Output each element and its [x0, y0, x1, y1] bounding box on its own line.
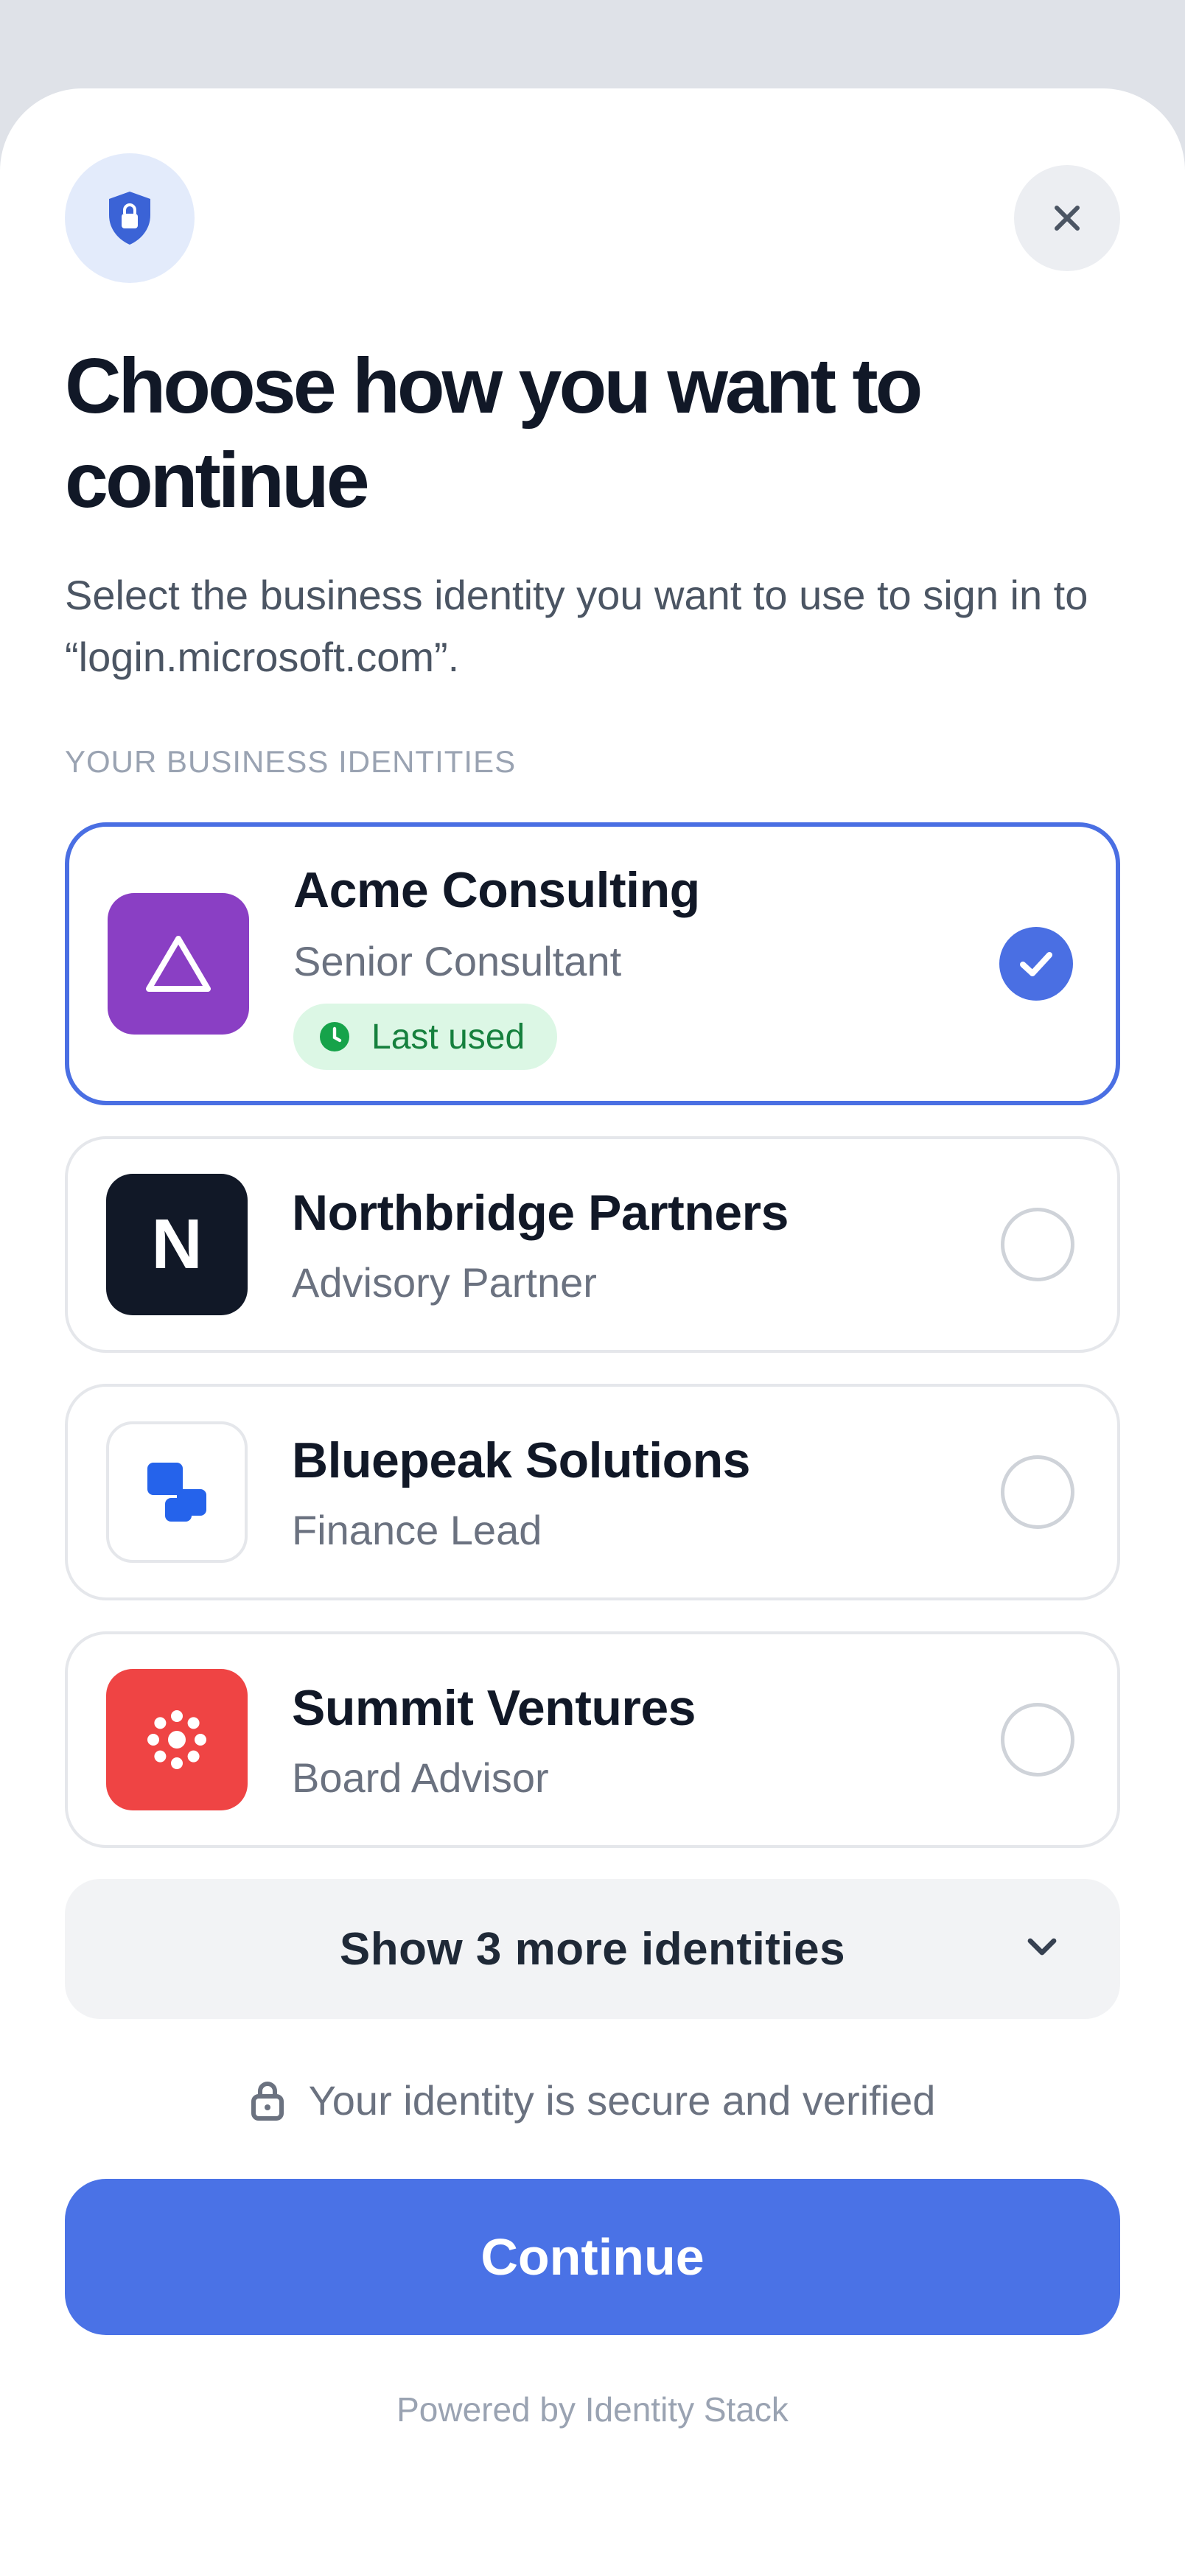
identity-card-acme-consulting[interactable]: Acme Consulting Senior Consultant Last u…: [65, 822, 1120, 1105]
last-used-badge: Last used: [293, 1004, 558, 1070]
radio-unselected[interactable]: [1001, 1455, 1074, 1529]
badge-label: Last used: [371, 1017, 525, 1057]
close-button[interactable]: [1014, 165, 1120, 271]
identity-card-bluepeak-solutions[interactable]: Bluepeak Solutions Finance Lead: [65, 1384, 1120, 1600]
identity-text: Northbridge Partners Advisory Partner: [292, 1183, 789, 1309]
summit-ventures-logo: [106, 1669, 248, 1810]
dialog-header: [65, 153, 1120, 301]
identity-name: Northbridge Partners: [292, 1185, 789, 1241]
identity-list: Acme Consulting Senior Consultant Last u…: [65, 822, 1120, 1848]
identity-role: Advisory Partner: [292, 1259, 597, 1306]
show-more-identities-button[interactable]: Show 3 more identities: [65, 1879, 1120, 2019]
security-text: Your identity is secure and verified: [308, 2077, 936, 2124]
powered-by-footer: Powered by Identity Stack: [396, 2390, 789, 2429]
checkmark-icon: [1020, 952, 1052, 976]
radio-selected[interactable]: [999, 927, 1073, 1001]
radio-unselected[interactable]: [1001, 1208, 1074, 1281]
section-label: YOUR BUSINESS IDENTITIES: [65, 744, 517, 779]
blue-squares-icon: [147, 1463, 206, 1522]
logo-letter: N: [151, 1205, 203, 1284]
continue-button[interactable]: Continue: [65, 2179, 1120, 2335]
dot-burst-icon: [147, 1710, 206, 1769]
acme-consulting-logo: [108, 893, 249, 1035]
identity-picker-sheet: Choose how you want to continue Select t…: [0, 88, 1185, 2576]
identity-role: Finance Lead: [292, 1507, 542, 1553]
close-icon: [1055, 206, 1080, 231]
northbridge-partners-logo: N: [106, 1174, 248, 1315]
identity-name: Summit Ventures: [292, 1680, 696, 1736]
radio-unselected[interactable]: [1001, 1703, 1074, 1777]
shield-lock-icon: [65, 153, 195, 283]
identity-card-summit-ventures[interactable]: Summit Ventures Board Advisor: [65, 1631, 1120, 1848]
identity-text: Summit Ventures Board Advisor: [292, 1679, 696, 1804]
chevron-down-icon: [1027, 1938, 1057, 1956]
triangle-icon: [146, 936, 211, 992]
show-more-label: Show 3 more identities: [339, 1923, 846, 1975]
identity-card-northbridge-partners[interactable]: N Northbridge Partners Advisory Partner: [65, 1136, 1120, 1353]
identity-text: Bluepeak Solutions Finance Lead: [292, 1431, 751, 1556]
bluepeak-solutions-logo: [106, 1421, 248, 1563]
clock-icon: [320, 1022, 349, 1051]
dialog-subtitle: Select the business identity you want to…: [65, 572, 1088, 680]
identity-name: Acme Consulting: [293, 862, 700, 918]
identity-text: Acme Consulting Senior Consultant Last u…: [293, 861, 700, 1070]
identity-role: Board Advisor: [292, 1754, 549, 1801]
security-note: Your identity is secure and verified: [65, 2076, 1120, 2124]
dialog-title: Choose how you want to continue: [65, 343, 923, 524]
identity-role: Senior Consultant: [293, 938, 622, 984]
identity-name: Bluepeak Solutions: [292, 1432, 751, 1488]
lock-icon: [251, 2081, 284, 2121]
